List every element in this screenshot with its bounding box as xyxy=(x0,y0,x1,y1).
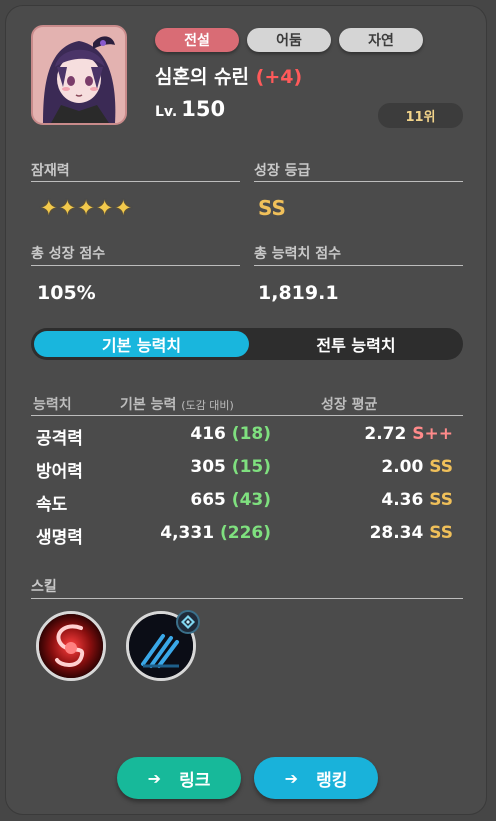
total-growth-label: 총 성장 점수 xyxy=(31,246,106,262)
stat-name: 생명력 xyxy=(36,528,83,548)
col-header-stat: 능력치 xyxy=(33,397,72,413)
rank-badge: 11위 xyxy=(378,103,463,128)
link-button[interactable]: ➔ 링크 xyxy=(117,757,241,799)
base-diff: (226) xyxy=(219,523,271,543)
table-row: 속도 665 (43) 4.36 SS xyxy=(31,490,463,520)
col-header-base-text: 기본 능력 xyxy=(120,397,177,413)
base-value: 4,331 xyxy=(160,523,215,543)
potential-stars: ✦ ✦ ✦ ✦ ✦ xyxy=(40,196,132,220)
character-portrait[interactable] xyxy=(31,25,127,125)
base-value: 416 xyxy=(190,424,226,444)
base-value: 665 xyxy=(190,490,226,510)
stat-growth: 4.36 SS xyxy=(381,490,453,510)
skill-rune-icon xyxy=(176,610,200,634)
skills-divider xyxy=(31,598,463,599)
stat-base: 4,331 (226) xyxy=(160,523,271,543)
stat-tabs: 기본 능력치 전투 능력치 xyxy=(31,328,463,360)
stat-name: 공격력 xyxy=(36,429,83,449)
growth-grade: SS xyxy=(429,490,453,510)
growth-value: 2.72 xyxy=(364,424,407,444)
growth-grade-label: 성장 등급 xyxy=(254,163,311,179)
attribute-tags: 전설 어둠 자연 xyxy=(155,28,423,52)
star-icon: ✦ xyxy=(95,196,114,220)
enhance-level: (+4) xyxy=(255,66,303,88)
col-header-base: 기본 능력 (도감 대비) xyxy=(120,394,234,414)
star-icon: ✦ xyxy=(40,196,58,220)
star-icon: ✦ xyxy=(114,196,133,220)
potential-divider xyxy=(31,181,240,182)
character-name-text: 심혼의 슈린 xyxy=(155,66,250,88)
base-diff: (15) xyxy=(231,457,271,477)
swirl-skill-icon[interactable] xyxy=(36,611,106,681)
growth-value: 2.00 xyxy=(381,457,424,477)
col-header-base-sub: (도감 대비) xyxy=(181,399,234,412)
level-prefix: Lv. xyxy=(155,104,178,120)
col-header-growth: 성장 평균 xyxy=(321,397,378,413)
table-row: 생명력 4,331 (226) 28.34 SS xyxy=(31,523,463,553)
stat-growth: 2.00 SS xyxy=(381,457,453,477)
table-row: 방어력 305 (15) 2.00 SS xyxy=(31,457,463,487)
growth-grade: SS xyxy=(429,523,453,543)
stat-base: 665 (43) xyxy=(190,490,271,510)
arrow-right-icon: ➔ xyxy=(147,768,162,788)
character-level: Lv. 150 xyxy=(155,97,225,121)
base-diff: (43) xyxy=(231,490,271,510)
tag-dark: 어둠 xyxy=(247,28,331,52)
table-header-divider xyxy=(31,415,463,416)
stat-growth: 28.34 SS xyxy=(370,523,453,543)
stat-base: 416 (18) xyxy=(190,424,271,444)
skills-label: 스킬 xyxy=(31,579,57,595)
base-value: 305 xyxy=(190,457,226,477)
total-growth-divider xyxy=(31,265,240,266)
total-growth-value: 105% xyxy=(37,282,96,304)
stat-growth: 2.72 S++ xyxy=(364,424,453,444)
potential-label: 잠재력 xyxy=(31,163,70,179)
star-icon: ✦ xyxy=(58,196,77,220)
tag-nature: 자연 xyxy=(339,28,423,52)
total-stat-divider xyxy=(254,265,463,266)
tag-legendary: 전설 xyxy=(155,28,239,52)
stat-name: 방어력 xyxy=(36,462,83,482)
base-diff: (18) xyxy=(231,424,271,444)
total-stat-value: 1,819.1 xyxy=(258,282,339,304)
stat-name: 속도 xyxy=(36,495,68,515)
growth-grade: SS xyxy=(429,457,453,477)
tab-combat-stats[interactable]: 전투 능력치 xyxy=(251,331,461,357)
growth-value: 28.34 xyxy=(369,523,424,543)
growth-value: 4.36 xyxy=(381,490,424,510)
level-value: 150 xyxy=(181,97,226,121)
character-name: 심혼의 슈린 (+4) xyxy=(155,62,302,89)
tab-base-stats[interactable]: 기본 능력치 xyxy=(34,331,249,357)
star-icon: ✦ xyxy=(77,196,95,220)
total-stat-label: 총 능력치 점수 xyxy=(254,246,342,262)
growth-grade-divider xyxy=(254,181,463,182)
arrow-right-icon: ➔ xyxy=(284,768,299,788)
ranking-button-label: 랭킹 xyxy=(316,770,348,791)
growth-grade-value: SS xyxy=(258,196,286,220)
link-button-label: 링크 xyxy=(179,770,211,791)
ranking-button[interactable]: ➔ 랭킹 xyxy=(254,757,378,799)
table-row: 공격력 416 (18) 2.72 S++ xyxy=(31,424,463,454)
stat-base: 305 (15) xyxy=(190,457,271,477)
growth-grade: S++ xyxy=(412,424,453,444)
